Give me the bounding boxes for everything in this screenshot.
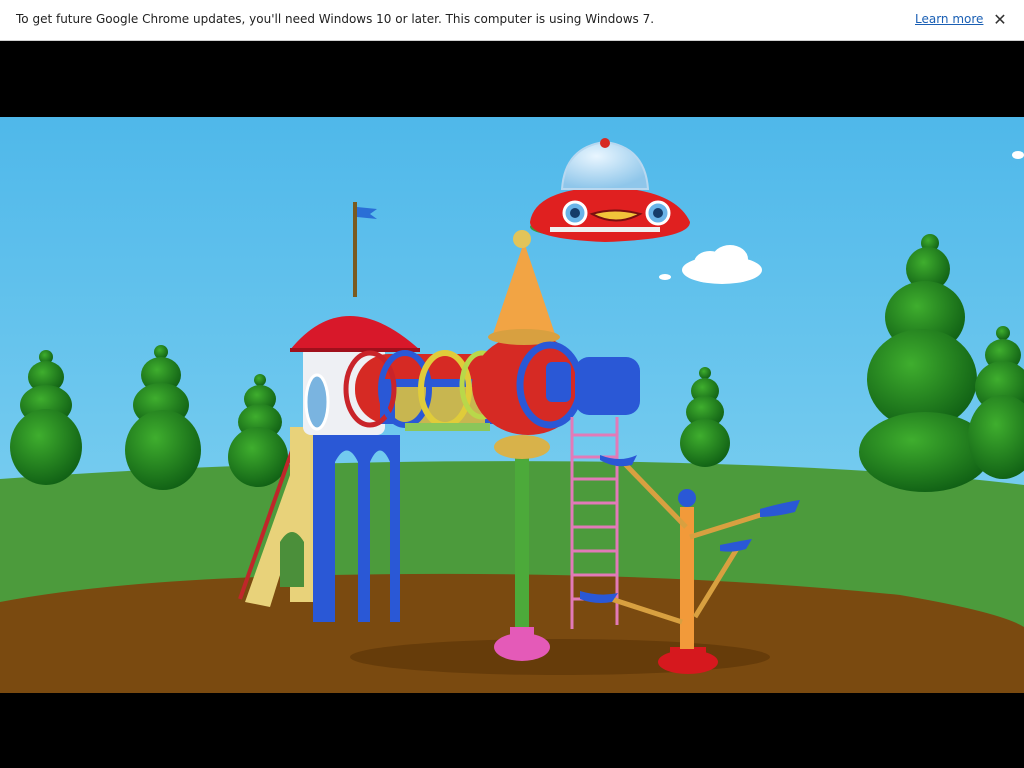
close-icon[interactable]: ✕ — [990, 9, 1010, 31]
update-infobar: To get future Google Chrome updates, you… — [0, 0, 1024, 41]
video-scene — [0, 117, 1024, 693]
video-player[interactable] — [0, 41, 1024, 768]
learn-more-link[interactable]: Learn more — [915, 12, 983, 26]
video-frame[interactable] — [0, 117, 1024, 693]
infobar-message: To get future Google Chrome updates, you… — [16, 12, 655, 26]
